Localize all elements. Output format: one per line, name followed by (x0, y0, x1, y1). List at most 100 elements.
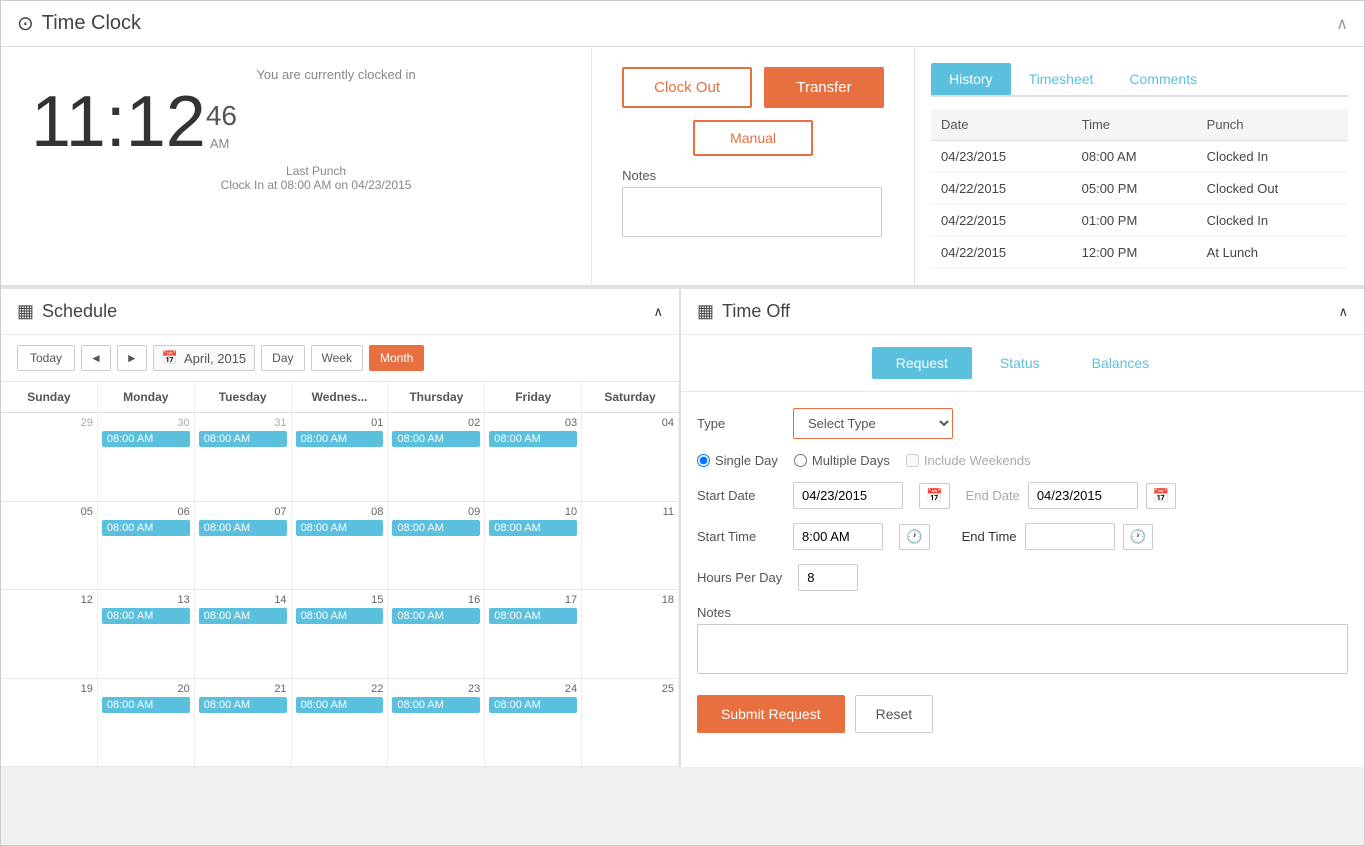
cell-punch: At Lunch (1197, 237, 1348, 269)
cal-event[interactable]: 08:00 AM (296, 697, 384, 713)
timeoff-title-text: Time Off (722, 301, 790, 322)
cal-date-num: 30 (102, 417, 190, 429)
cal-event[interactable]: 08:00 AM (199, 697, 287, 713)
today-button[interactable]: Today (17, 345, 75, 371)
cal-cell[interactable]: 0608:00 AM (98, 502, 195, 590)
cal-cell[interactable]: 29 (1, 413, 98, 501)
multiple-days-radio-label[interactable]: Multiple Days (794, 453, 890, 468)
cal-cell[interactable]: 05 (1, 502, 98, 590)
cal-cell[interactable]: 30 08:00 AM (98, 413, 195, 501)
multiple-days-radio[interactable] (794, 454, 807, 467)
cal-date-num: 02 (392, 417, 480, 429)
schedule-collapse-icon[interactable]: ∧ (653, 304, 663, 320)
cal-cell[interactable]: 13 08:00 AM (98, 590, 195, 678)
tab-timesheet[interactable]: Timesheet (1011, 63, 1112, 95)
submit-request-button[interactable]: Submit Request (697, 695, 845, 733)
cal-cell[interactable]: 0108:00 AM (292, 413, 389, 501)
tab-comments[interactable]: Comments (1111, 63, 1215, 95)
cal-event[interactable]: 08:00 AM (199, 431, 287, 447)
cal-event[interactable]: 08:00 AM (392, 608, 480, 624)
timeoff-collapse-icon[interactable]: ∧ (1338, 304, 1348, 320)
cal-cell[interactable]: 1708:00 AM (485, 590, 582, 678)
cal-date-num: 13 (102, 594, 190, 606)
collapse-icon[interactable]: ∧ (1336, 14, 1348, 34)
start-time-clock-button[interactable]: 🕐 (899, 524, 930, 550)
cal-event[interactable]: 08:00 AM (489, 431, 577, 447)
cal-cell[interactable]: 1508:00 AM (292, 590, 389, 678)
view-day-button[interactable]: Day (261, 345, 304, 371)
app-title: ⊙ Time Clock (17, 11, 141, 36)
cal-event[interactable]: 08:00 AM (392, 697, 480, 713)
schedule-icon: ▦ (17, 301, 34, 322)
cal-cell[interactable]: 19 (1, 679, 98, 767)
cal-cell[interactable]: 0908:00 AM (388, 502, 485, 590)
top-section: You are currently clocked in 11 : 12 46 … (1, 47, 1364, 287)
cal-cell[interactable]: 0808:00 AM (292, 502, 389, 590)
cal-cell[interactable]: 0308:00 AM (485, 413, 582, 501)
cal-cell[interactable]: 25 (582, 679, 679, 767)
table-row: 04/22/2015 05:00 PM Clocked Out (931, 173, 1348, 205)
cal-day-header: Saturday (582, 382, 679, 412)
cal-event[interactable]: 08:00 AM (199, 520, 287, 536)
start-time-input[interactable] (793, 523, 883, 550)
next-button[interactable]: ► (117, 345, 147, 371)
cal-event[interactable]: 08:00 AM (489, 697, 577, 713)
cal-cell[interactable]: 12 (1, 590, 98, 678)
end-time-clock-button[interactable]: 🕐 (1123, 524, 1154, 550)
include-weekends-label[interactable]: Include Weekends (906, 453, 1031, 468)
cal-cell[interactable]: 0708:00 AM (195, 502, 292, 590)
cal-cell[interactable]: 2308:00 AM (388, 679, 485, 767)
cal-event[interactable]: 08:00 AM (102, 431, 190, 447)
end-date-calendar-button[interactable]: 📅 (1146, 483, 1177, 509)
cal-event[interactable]: 08:00 AM (489, 608, 577, 624)
start-date-input[interactable] (793, 482, 903, 509)
type-select[interactable]: Select Type Vacation Sick (793, 408, 953, 439)
cal-event[interactable]: 08:00 AM (296, 431, 384, 447)
view-week-button[interactable]: Week (311, 345, 363, 371)
timeoff-notes-input[interactable] (697, 624, 1348, 674)
cal-event[interactable]: 08:00 AM (296, 608, 384, 624)
timeoff-form: Type Select Type Vacation Sick Single Da… (681, 392, 1364, 749)
end-time-input[interactable] (1025, 523, 1115, 550)
calendar-body: 293008:00 AM3108:00 AM0108:00 AM0208:00 … (1, 413, 679, 767)
manual-button[interactable]: Manual (693, 120, 813, 156)
cal-cell[interactable]: 2008:00 AM (98, 679, 195, 767)
reset-button[interactable]: Reset (855, 695, 934, 733)
cal-cell[interactable]: 2208:00 AM (292, 679, 389, 767)
table-row: 04/23/2015 08:00 AM Clocked In (931, 141, 1348, 173)
timeoff-panel: ▦ Time Off ∧ Request Status Balances Typ… (681, 287, 1364, 767)
end-date-input[interactable] (1028, 482, 1138, 509)
cell-date: 04/23/2015 (931, 141, 1072, 173)
view-month-button[interactable]: Month (369, 345, 424, 371)
cal-cell[interactable]: 11 (582, 502, 679, 590)
cal-event[interactable]: 08:00 AM (102, 608, 190, 624)
tab-balances[interactable]: Balances (1068, 347, 1174, 379)
single-day-radio-label[interactable]: Single Day (697, 453, 778, 468)
cal-event[interactable]: 08:00 AM (392, 520, 480, 536)
cal-cell[interactable]: 3108:00 AM (195, 413, 292, 501)
cal-event[interactable]: 08:00 AM (296, 520, 384, 536)
prev-button[interactable]: ◄ (81, 345, 111, 371)
cal-event[interactable]: 08:00 AM (392, 431, 480, 447)
transfer-button[interactable]: Transfer (764, 67, 884, 108)
tab-request[interactable]: Request (872, 347, 972, 379)
single-day-radio[interactable] (697, 454, 710, 467)
cal-event[interactable]: 08:00 AM (102, 520, 190, 536)
cal-event[interactable]: 08:00 AM (102, 697, 190, 713)
tab-history[interactable]: History (931, 63, 1011, 95)
start-date-calendar-button[interactable]: 📅 (919, 483, 950, 509)
cal-cell[interactable]: 1608:00 AM (388, 590, 485, 678)
cal-cell[interactable]: 1008:00 AM (485, 502, 582, 590)
cal-cell[interactable]: 2108:00 AM (195, 679, 292, 767)
clock-out-button[interactable]: Clock Out (622, 67, 752, 108)
cal-cell[interactable]: 04 (582, 413, 679, 501)
cal-cell[interactable]: 2408:00 AM (485, 679, 582, 767)
hours-input[interactable] (798, 564, 858, 591)
cal-cell[interactable]: 18 (582, 590, 679, 678)
notes-input[interactable] (622, 187, 882, 237)
tab-status[interactable]: Status (976, 347, 1064, 379)
cal-cell[interactable]: 1408:00 AM (195, 590, 292, 678)
cal-event[interactable]: 08:00 AM (199, 608, 287, 624)
cal-cell[interactable]: 02 08:00 AM (388, 413, 485, 501)
cal-event[interactable]: 08:00 AM (489, 520, 577, 536)
